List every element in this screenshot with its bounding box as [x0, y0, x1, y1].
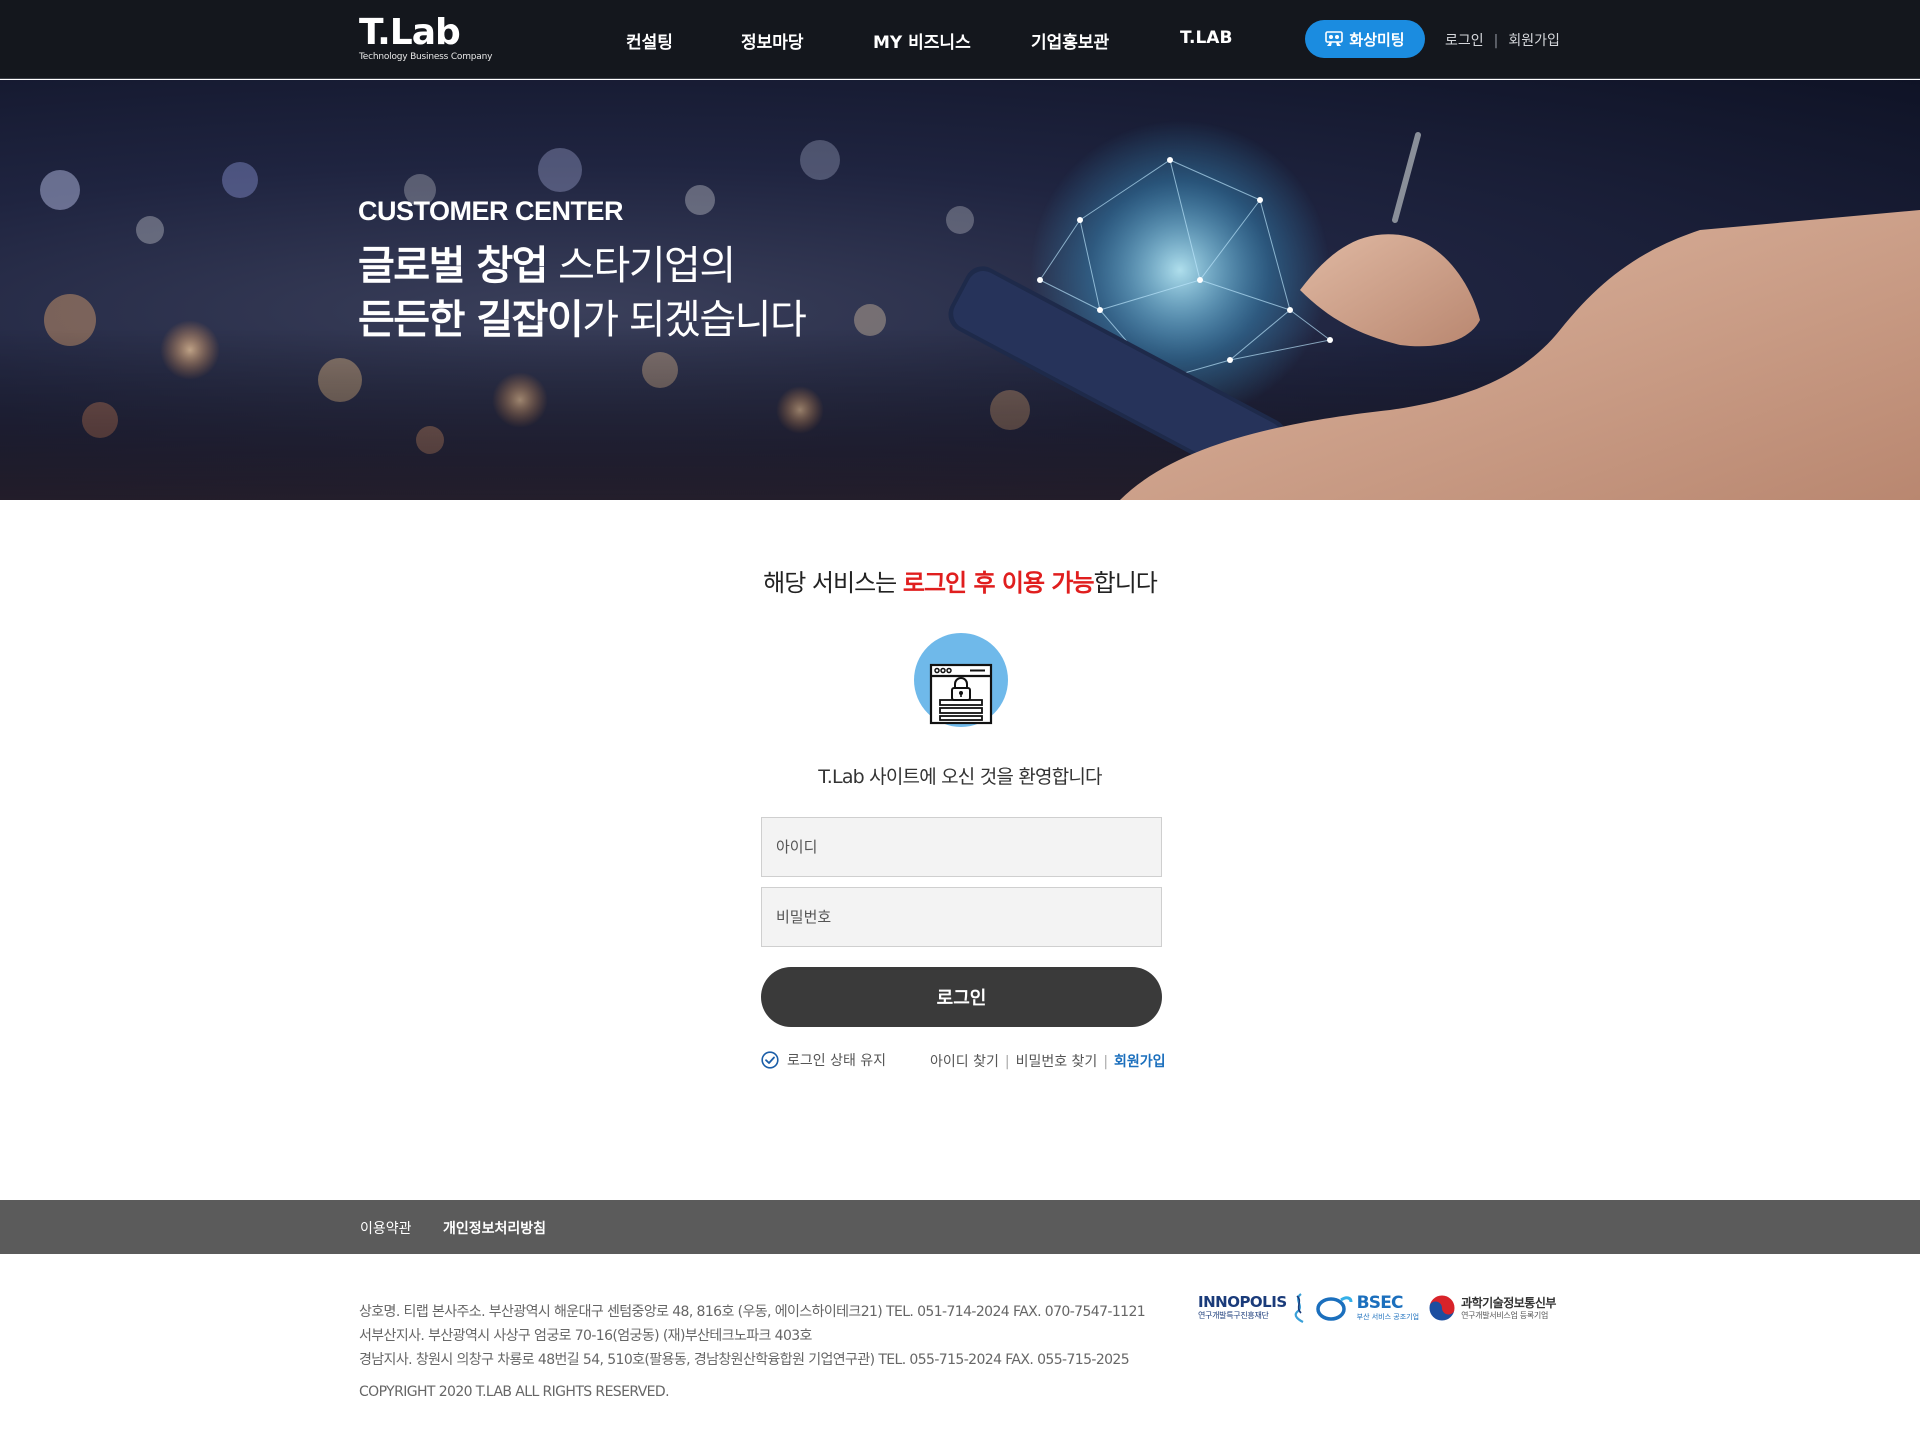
innopolis-emblem-icon: [1294, 1293, 1304, 1323]
keep-login-checkbox[interactable]: 로그인 상태 유지: [761, 1050, 886, 1070]
notice-highlight: 로그인 후 이용 가능: [902, 569, 1095, 597]
header-login-link[interactable]: 로그인: [1445, 33, 1484, 49]
check-circle-icon: [761, 1051, 779, 1069]
video-meeting-label: 화상미팅: [1349, 30, 1405, 49]
divider: |: [1103, 1054, 1109, 1070]
bsec-sub: 부산 서비스 공조기업: [1356, 1312, 1420, 1321]
hero-background-image: [0, 120, 1920, 500]
hero-headline-line2: 든든한 길잡이가 되겠습니다: [358, 293, 807, 347]
innopolis-sub: 연구개발특구진흥재단: [1198, 1311, 1269, 1320]
find-password-link[interactable]: 비밀번호 찾기: [1016, 1054, 1098, 1070]
bsec-emblem-icon: [1315, 1296, 1353, 1321]
auth-links: 로그인 | 회원가입: [1445, 30, 1560, 50]
hero-label: CUSTOMER CENTER: [358, 196, 624, 226]
company-info: 상호명. 티랩 본사주소. 부산광역시 해운대구 센텀중앙로 48, 816호 …: [359, 1300, 1146, 1404]
msit-logo: 과학기술정보통신부 연구개발서비스업 등록기업: [1427, 1293, 1556, 1323]
footer-bar: 이용약관 개인정보처리방침: [0, 1200, 1920, 1254]
msit-sub: 연구개발서비스업 등록기업: [1461, 1310, 1549, 1320]
company-info-line2: 서부산지사. 부산광역시 사상구 엄궁로 70-16(엄궁동) (재)부산테크노…: [359, 1328, 812, 1344]
company-info-line1: 상호명. 티랩 본사주소. 부산광역시 해운대구 센텀중앙로 48, 816호 …: [359, 1304, 1146, 1320]
privacy-policy-link[interactable]: 개인정보처리방침: [443, 1218, 546, 1238]
company-info-line3: 경남지사. 창원시 의창구 차룡로 48번길 54, 510호(팔용동, 경남창…: [359, 1352, 1130, 1368]
hero-line1-bold: 글로벌 창업: [358, 243, 548, 289]
user-id-input[interactable]: [761, 817, 1162, 877]
nav-item-consulting[interactable]: 컨설팅: [626, 28, 673, 53]
hero-line2-bold: 든든한 길잡이: [358, 297, 584, 343]
header: T.Lab Technology Business Company 컨설팅 정보…: [0, 0, 1920, 79]
nav-item-my-business[interactable]: MY 비즈니스: [873, 28, 971, 53]
find-id-link[interactable]: 아이디 찾기: [930, 1054, 999, 1070]
login-button[interactable]: 로그인: [761, 967, 1162, 1027]
lock-browser-icon: [914, 633, 1008, 727]
hero-text: CUSTOMER CENTER 글로벌 창업 스타기업의 든든한 길잡이가 되겠…: [358, 196, 807, 347]
msit-name: 과학기술정보통신부: [1461, 1295, 1556, 1310]
welcome-message: T.Lab 사이트에 오신 것을 환영합니다: [818, 766, 1102, 788]
meeting-icon: [1325, 31, 1344, 46]
nav-item-tlab[interactable]: T.LAB: [1180, 28, 1232, 48]
hero-line2-rest: 가 되겠습니다: [582, 297, 807, 343]
login-required-notice: 해당 서비스는 로그인 후 이용 가능합니다: [0, 563, 1920, 598]
innopolis-logo: INNOPOLIS 연구개발특구진흥재단: [1198, 1292, 1307, 1324]
notice-prefix: 해당 서비스는: [763, 569, 903, 597]
header-signup-link[interactable]: 회원가입: [1508, 33, 1560, 49]
divider: |: [1493, 33, 1499, 49]
terms-link[interactable]: 이용약관: [360, 1218, 412, 1238]
bsec-name: BSEC: [1356, 1292, 1404, 1313]
hero-headline-line1: 글로벌 창업 스타기업의: [358, 239, 805, 293]
keep-login-label: 로그인 상태 유지: [787, 1053, 887, 1069]
join-link[interactable]: 회원가입: [1114, 1054, 1166, 1070]
innopolis-name: INNOPOLIS: [1198, 1293, 1287, 1311]
divider: |: [1004, 1054, 1010, 1070]
notice-suffix: 합니다: [1093, 569, 1158, 597]
hero-banner: CUSTOMER CENTER 글로벌 창업 스타기업의 든든한 길잡이가 되겠…: [0, 80, 1920, 500]
nav-item-info[interactable]: 정보마당: [741, 28, 804, 53]
password-input[interactable]: [761, 887, 1162, 947]
partner-logos: INNOPOLIS 연구개발특구진흥재단 BSEC 부산 서비스 공조기업 과학…: [1198, 1292, 1556, 1324]
hero-line1-rest: 스타기업의: [546, 243, 736, 289]
taegeuk-emblem-icon: [1428, 1294, 1456, 1322]
main-nav: 컨설팅 정보마당 MY 비즈니스 기업홍보관 T.LAB: [0, 28, 1920, 53]
logo-subtitle: Technology Business Company: [359, 52, 493, 62]
bsec-logo: BSEC 부산 서비스 공조기업: [1315, 1294, 1419, 1322]
video-meeting-button[interactable]: 화상미팅: [1305, 20, 1425, 58]
account-links: 아이디 찾기 | 비밀번호 찾기 | 회원가입: [930, 1051, 1166, 1071]
copyright: COPYRIGHT 2020 T.LAB ALL RIGHTS RESERVED…: [359, 1384, 670, 1400]
nav-item-company-pr[interactable]: 기업홍보관: [1031, 28, 1109, 53]
